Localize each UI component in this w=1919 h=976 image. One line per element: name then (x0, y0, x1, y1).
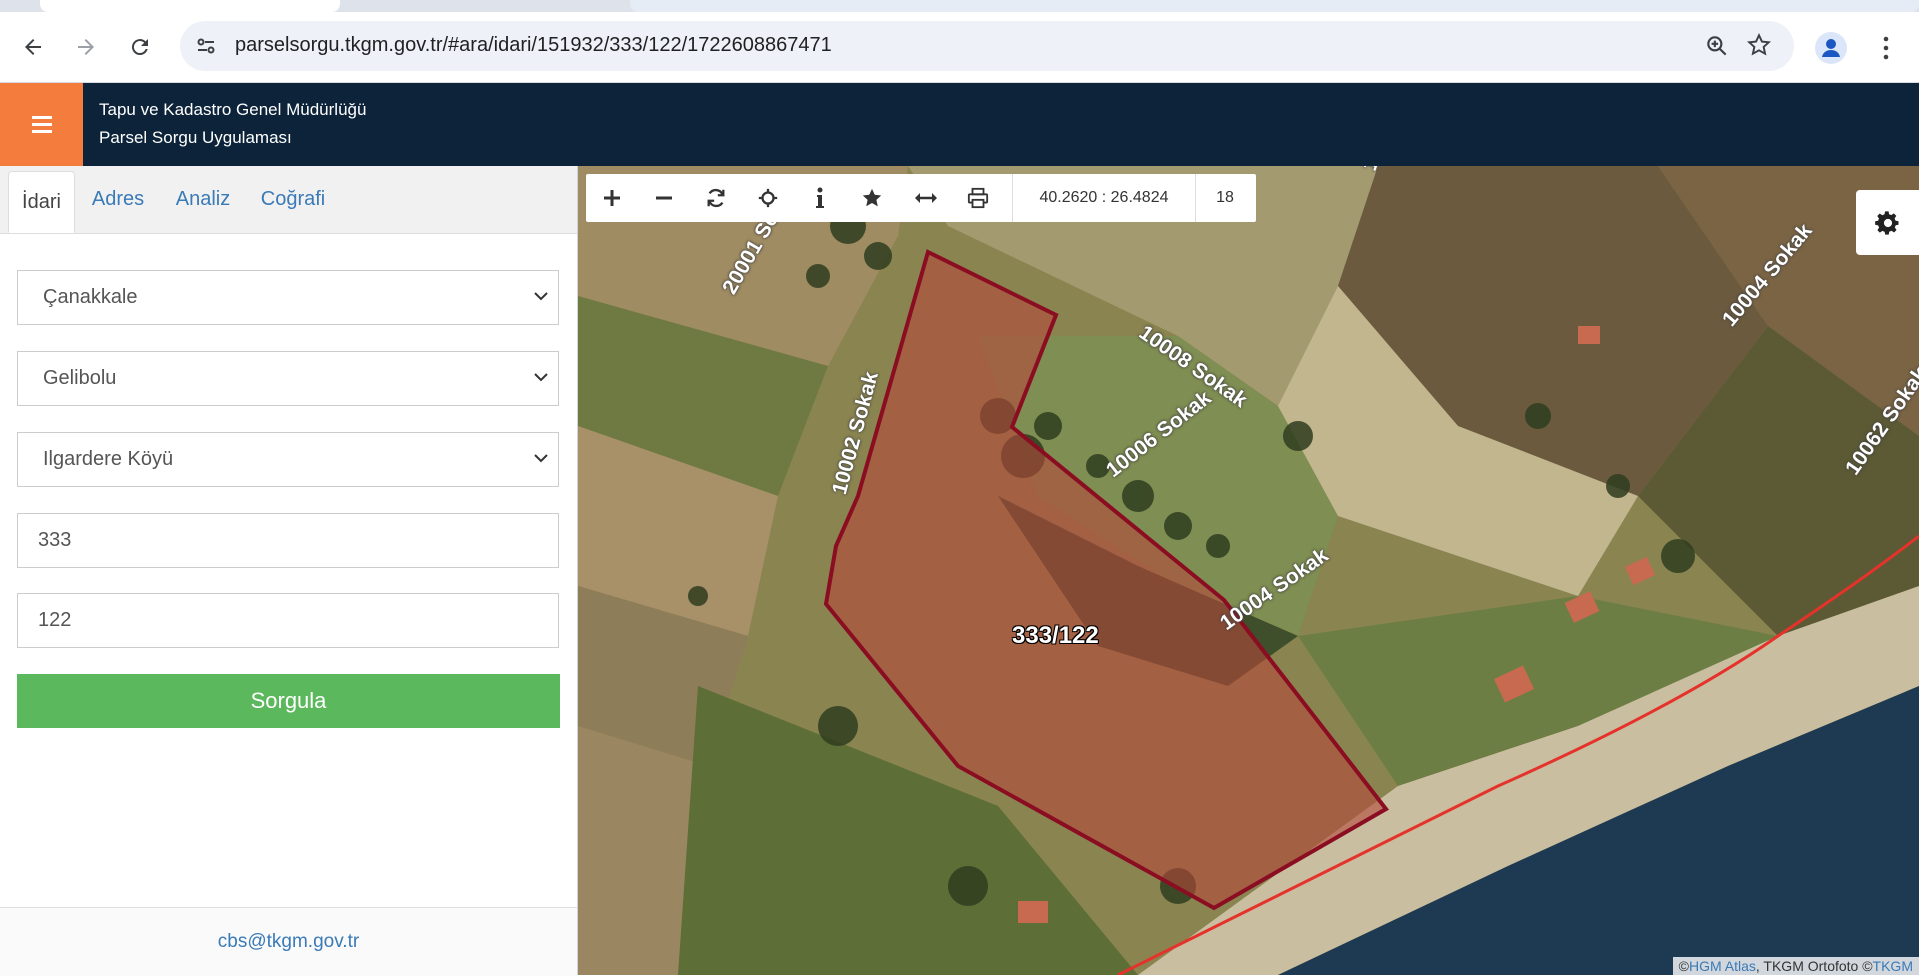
map-attribution: © HGM Atlas , TKGM Ortofoto © TKGM (1672, 957, 1919, 975)
menu-dots-icon[interactable] (1876, 32, 1896, 64)
site-settings-icon[interactable] (194, 34, 218, 58)
contact-footer: cbs@tkgm.gov.tr (0, 907, 577, 976)
hamburger-menu-button[interactable] (0, 83, 83, 166)
zoom-in-icon[interactable] (586, 174, 638, 222)
url-text[interactable]: parselsorgu.tkgm.gov.tr/#ara/idari/15193… (235, 34, 832, 57)
parcel-label: 333/122 (1012, 622, 1099, 649)
profile-icon[interactable] (1815, 32, 1847, 64)
satellite-imagery (578, 166, 1919, 975)
browser-tab[interactable] (630, 0, 1919, 12)
province-value: Çanakkale (43, 286, 138, 308)
coordinate-readout: 40.2620 : 26.4824 (1012, 174, 1196, 222)
browser-toolbar: parselsorgu.tkgm.gov.tr/#ara/idari/15193… (0, 12, 1919, 83)
district-value: Gelibolu (43, 367, 117, 389)
attribution-prefix: © (1678, 958, 1689, 974)
browser-tabstrip (0, 0, 1919, 12)
browser-tab[interactable] (40, 0, 340, 12)
district-select[interactable]: Gelibolu (17, 351, 559, 406)
tkgm-link[interactable]: TKGM (1873, 958, 1913, 974)
chevron-down-icon (534, 292, 548, 301)
zoom-icon[interactable] (1704, 33, 1730, 59)
zoom-out-icon[interactable] (638, 174, 690, 222)
map-toolbar: 40.2620 : 26.4824 18 (586, 174, 1256, 222)
search-panel: İdari Adres Analiz Coğrafi Çanakkale Gel… (0, 166, 578, 976)
app-title: Tapu ve Kadastro Genel Müdürlüğü Parsel … (99, 96, 366, 152)
refresh-icon[interactable] (690, 174, 742, 222)
back-icon[interactable] (18, 32, 48, 62)
neighborhood-select[interactable]: Ilgardere Köyü (17, 432, 559, 487)
favorite-icon[interactable] (846, 174, 898, 222)
app-header: Tapu ve Kadastro Genel Müdürlüğü Parsel … (0, 83, 1919, 166)
tab-adres[interactable]: Adres (82, 166, 154, 233)
search-tabs: İdari Adres Analiz Coğrafi (0, 166, 577, 234)
neighborhood-value: Ilgardere Köyü (43, 448, 174, 470)
print-icon[interactable] (952, 174, 1004, 222)
app-name: Parsel Sorgu Uygulaması (99, 128, 292, 147)
tab-cografi[interactable]: Coğrafi (253, 166, 333, 233)
gear-icon (1874, 210, 1898, 235)
star-icon[interactable] (1746, 32, 1772, 58)
attribution-middle: , TKGM Ortofoto © (1755, 958, 1873, 974)
chevron-down-icon (534, 454, 548, 463)
forward-icon[interactable] (71, 32, 101, 62)
measure-icon[interactable] (900, 174, 952, 222)
address-bar[interactable]: parselsorgu.tkgm.gov.tr/#ara/idari/15193… (180, 21, 1794, 71)
tab-analiz[interactable]: Analiz (168, 166, 238, 233)
map-view[interactable]: 20001 Sokak 10008 Sokak 10006 Sokak 1000… (578, 166, 1919, 975)
parcel-number-input[interactable]: 122 (17, 593, 559, 648)
parcel-number-value: 122 (38, 609, 72, 631)
zoom-level-readout: 18 (1216, 189, 1234, 206)
locate-icon[interactable] (742, 174, 794, 222)
hgm-atlas-link[interactable]: HGM Atlas (1689, 958, 1756, 974)
settings-button[interactable] (1856, 190, 1919, 255)
info-icon[interactable] (794, 174, 846, 222)
org-name: Tapu ve Kadastro Genel Müdürlüğü (99, 100, 367, 119)
chevron-down-icon (534, 373, 548, 382)
contact-email-link[interactable]: cbs@tkgm.gov.tr (218, 931, 359, 953)
block-number-value: 333 (38, 529, 72, 551)
reload-icon[interactable] (125, 32, 155, 62)
province-select[interactable]: Çanakkale (17, 270, 559, 325)
block-number-input[interactable]: 333 (17, 513, 559, 568)
query-button[interactable]: Sorgula (17, 674, 560, 728)
tab-idari[interactable]: İdari (8, 171, 75, 233)
